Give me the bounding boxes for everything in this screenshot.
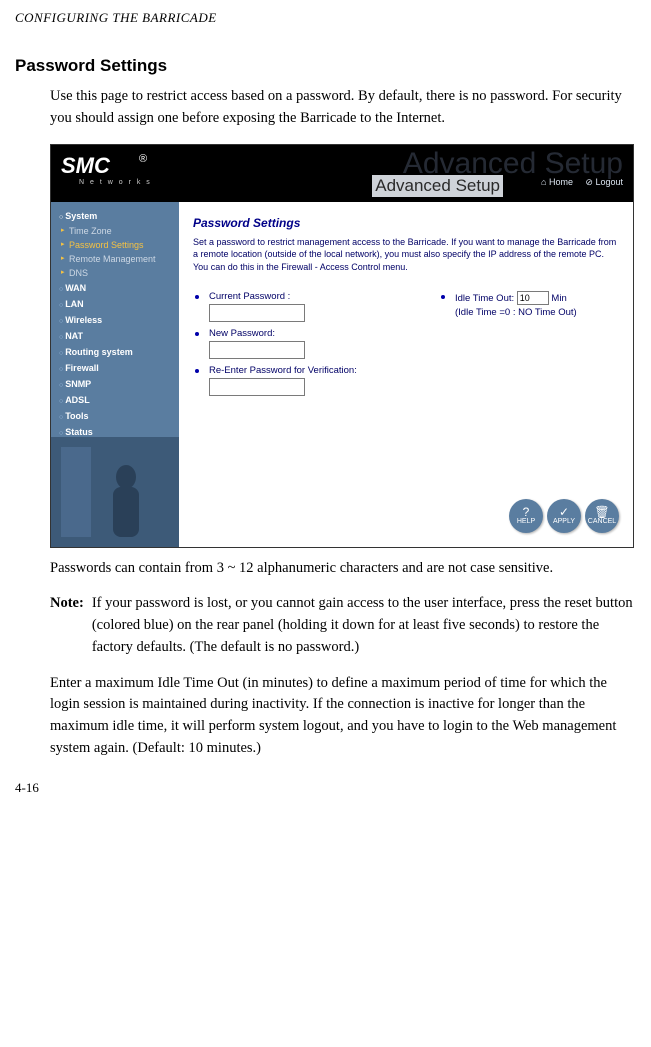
content-pane: Password Settings Set a password to rest… [179, 202, 633, 547]
registered-mark: ® [139, 153, 147, 165]
note-text: If your password is lost, or you cannot … [92, 593, 636, 658]
idle-timeout-label: Idle Time Out: [455, 293, 514, 304]
idle-timeout-unit: Min [551, 293, 566, 304]
nav-snmp[interactable]: SNMP [51, 376, 179, 392]
nav-sidebar: System Time Zone Password Settings Remot… [51, 202, 179, 547]
verify-password-input[interactable] [209, 378, 305, 396]
person-icon [51, 437, 179, 547]
password-form: Current Password : New Password: Re-Ente… [193, 291, 619, 402]
idle-paragraph: Enter a maximum Idle Time Out (in minute… [50, 673, 636, 760]
note-block: Note: If your password is lost, or you c… [50, 593, 636, 658]
idle-timeout-input[interactable] [517, 291, 549, 305]
current-password-row: Current Password : [193, 291, 439, 322]
action-buttons: ? HELP ✓ APPLY 🗑 CANCEL [509, 499, 619, 533]
section-title: Password Settings [15, 56, 636, 76]
logout-link[interactable]: ⊘ Logout [585, 177, 623, 188]
apply-button[interactable]: ✓ APPLY [547, 499, 581, 533]
page-number: 4-16 [15, 780, 636, 796]
nav-password-settings[interactable]: Password Settings [51, 238, 179, 252]
router-screenshot: SMC ® N e t w o r k s Advanced Setup Adv… [50, 144, 634, 548]
nav-timezone[interactable]: Time Zone [51, 224, 179, 238]
nav-wireless[interactable]: Wireless [51, 312, 179, 328]
new-password-input[interactable] [209, 341, 305, 359]
screenshot-header: SMC ® N e t w o r k s Advanced Setup Adv… [51, 145, 633, 202]
verify-password-label: Re-Enter Password for Verification: [209, 365, 357, 376]
nav-adsl[interactable]: ADSL [51, 392, 179, 408]
nav-tools[interactable]: Tools [51, 408, 179, 424]
content-heading: Password Settings [193, 216, 619, 230]
content-description: Set a password to restrict management ac… [193, 236, 619, 274]
new-password-row: New Password: [193, 328, 439, 359]
note-label: Note: [50, 593, 84, 658]
form-right-column: Idle Time Out: Min (Idle Time =0 : NO Ti… [439, 291, 619, 402]
cancel-icon: 🗑 [594, 506, 609, 518]
idle-timeout-row: Idle Time Out: Min (Idle Time =0 : NO Ti… [439, 291, 619, 318]
screenshot-body: System Time Zone Password Settings Remot… [51, 202, 633, 547]
home-icon: ⌂ [541, 177, 549, 187]
help-button[interactable]: ? HELP [509, 499, 543, 533]
home-link[interactable]: ⌂ Home [541, 177, 573, 187]
verify-password-row: Re-Enter Password for Verification: [193, 365, 439, 396]
form-left-column: Current Password : New Password: Re-Ente… [193, 291, 439, 402]
nav-firewall[interactable]: Firewall [51, 360, 179, 376]
current-password-label: Current Password : [209, 291, 290, 302]
brand-logo: SMC [61, 153, 110, 179]
apply-icon: ✓ [559, 506, 569, 518]
logout-icon: ⊘ [585, 177, 595, 187]
nav-dns[interactable]: DNS [51, 266, 179, 280]
nav-routing[interactable]: Routing system [51, 344, 179, 360]
nav-lan[interactable]: LAN [51, 296, 179, 312]
nav-remote-management[interactable]: Remote Management [51, 252, 179, 266]
nav-system[interactable]: System [51, 208, 179, 224]
after-screenshot-paragraph: Passwords can contain from 3 ~ 12 alphan… [50, 558, 636, 580]
sidebar-illustration [51, 437, 179, 547]
brand-sublabel: N e t w o r k s [79, 179, 152, 186]
nav-nat[interactable]: NAT [51, 328, 179, 344]
running-header: CONFIGURING THE BARRICADE [15, 10, 636, 26]
header-title: Advanced Setup [372, 175, 503, 197]
idle-timeout-hint: (Idle Time =0 : NO Time Out) [455, 307, 619, 318]
intro-paragraph: Use this page to restrict access based o… [50, 86, 636, 130]
new-password-label: New Password: [209, 328, 275, 339]
current-password-input[interactable] [209, 304, 305, 322]
cancel-button[interactable]: 🗑 CANCEL [585, 499, 619, 533]
manual-page: CONFIGURING THE BARRICADE Password Setti… [0, 0, 651, 816]
help-icon: ? [523, 506, 530, 518]
nav-wan[interactable]: WAN [51, 280, 179, 296]
